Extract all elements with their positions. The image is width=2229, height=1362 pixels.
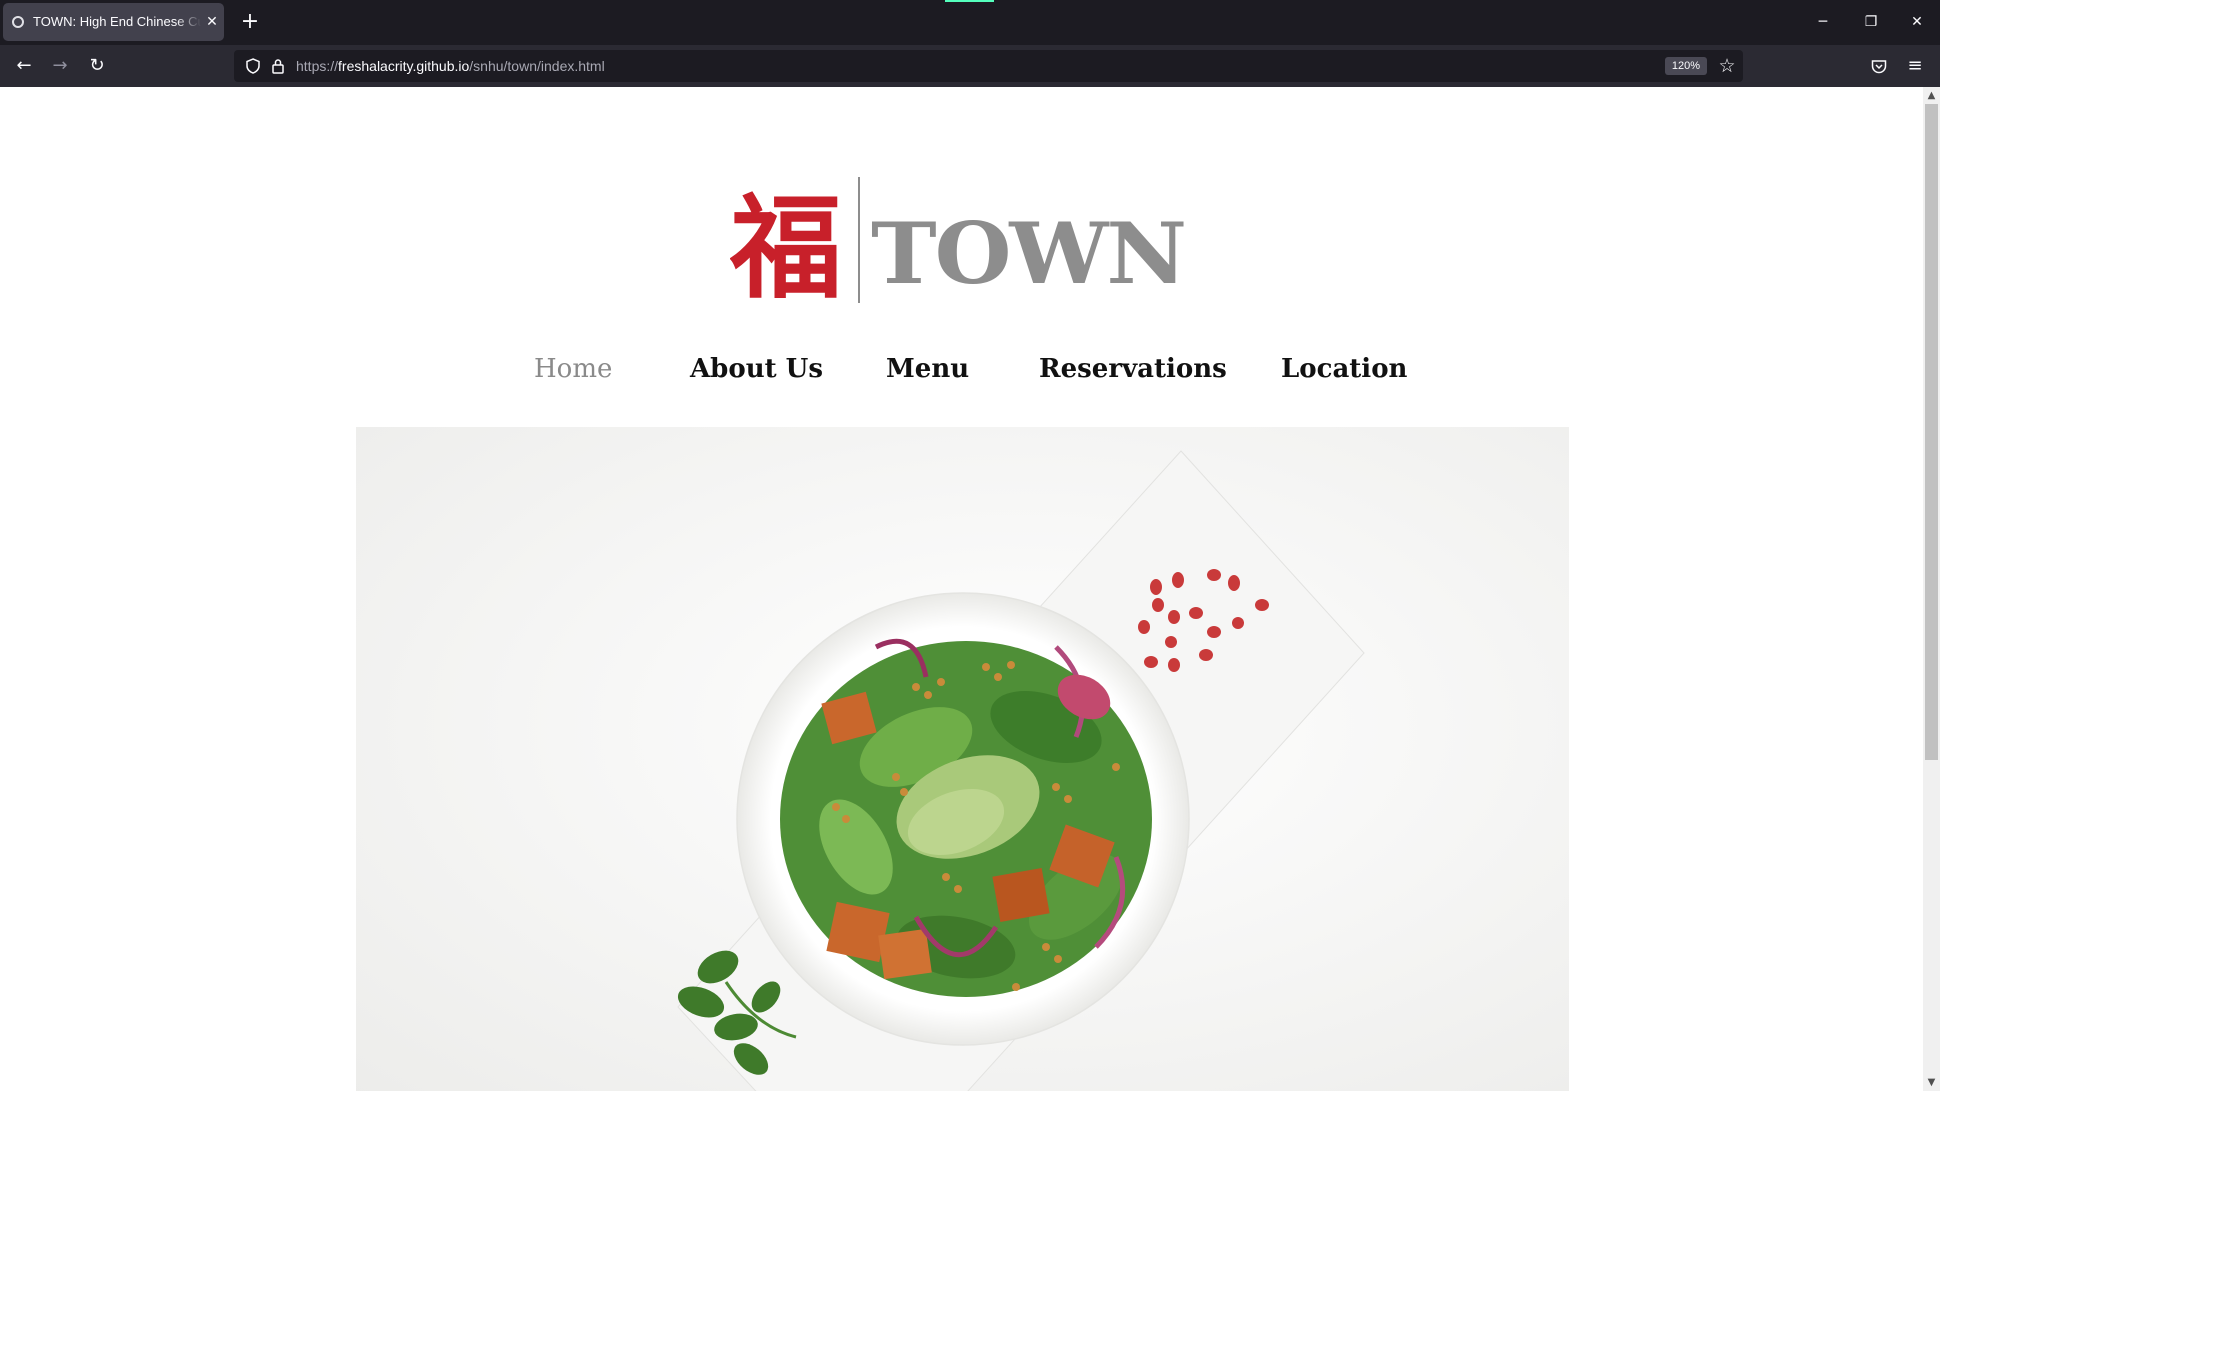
- nav-link-home[interactable]: Home: [534, 349, 612, 389]
- site-logo[interactable]: 福 TOWN: [729, 175, 1190, 314]
- bookmark-star-icon[interactable]: ☆: [1714, 50, 1740, 82]
- back-arrow-icon[interactable]: ←: [9, 51, 39, 81]
- close-tab-icon[interactable]: ✕: [202, 12, 222, 32]
- nav-link-about-us[interactable]: About Us: [690, 349, 823, 389]
- restore-button[interactable]: ❐: [1848, 0, 1894, 45]
- site-navigation: Home About Us Menu Reservations Location: [0, 349, 1923, 389]
- scrollbar-thumb[interactable]: [1925, 104, 1938, 760]
- new-tab-button[interactable]: +: [235, 7, 265, 37]
- url-host: freshalacrity.github.io: [338, 58, 470, 74]
- tab-strip-accent: [945, 0, 994, 2]
- lock-icon[interactable]: [267, 50, 289, 82]
- salad-bowl-image: [356, 427, 1569, 1091]
- zoom-level-badge[interactable]: 120%: [1665, 57, 1707, 75]
- menu-icon[interactable]: ≡: [1900, 51, 1930, 81]
- forward-arrow-icon[interactable]: →: [45, 51, 75, 81]
- salad: [780, 638, 1152, 997]
- nav-link-location[interactable]: Location: [1281, 349, 1407, 389]
- shield-icon[interactable]: [241, 50, 265, 82]
- browser-window: TOWN: High End Chinese Cuisine ✕ + ─ ❐ ✕…: [0, 0, 1940, 1091]
- url-text[interactable]: https://freshalacrity.github.io/snhu/tow…: [296, 50, 605, 82]
- scroll-up-arrow-icon[interactable]: ▲: [1923, 87, 1940, 104]
- logo-glyph: 福: [730, 183, 842, 305]
- browser-tab[interactable]: TOWN: High End Chinese Cuisine ✕: [3, 3, 224, 41]
- page-viewport: 福 TOWN Home About Us Menu Reservations L…: [0, 87, 1923, 1091]
- tab-title: TOWN: High End Chinese Cuisine: [33, 14, 201, 29]
- url-scheme: https://: [296, 58, 339, 74]
- pocket-icon[interactable]: [1864, 51, 1894, 81]
- vertical-scrollbar[interactable]: ▲ ▼: [1923, 87, 1940, 1091]
- favicon-icon: [12, 16, 24, 28]
- address-bar[interactable]: https://freshalacrity.github.io/snhu/tow…: [234, 50, 1743, 82]
- nav-link-menu[interactable]: Menu: [886, 349, 969, 389]
- tab-strip: TOWN: High End Chinese Cuisine ✕ + ─ ❐ ✕: [0, 0, 1940, 45]
- navigation-toolbar: ← → ↻ https://freshalacrity.github.io/sn…: [0, 45, 1940, 87]
- reload-icon[interactable]: ↻: [82, 51, 112, 81]
- minimize-button[interactable]: ─: [1800, 0, 1846, 45]
- url-path: /snhu/town/index.html: [469, 58, 605, 74]
- logo-wordmark: TOWN: [871, 204, 1185, 303]
- scroll-down-arrow-icon[interactable]: ▼: [1923, 1074, 1940, 1091]
- nav-link-reservations[interactable]: Reservations: [1039, 349, 1227, 389]
- close-window-button[interactable]: ✕: [1894, 0, 1940, 45]
